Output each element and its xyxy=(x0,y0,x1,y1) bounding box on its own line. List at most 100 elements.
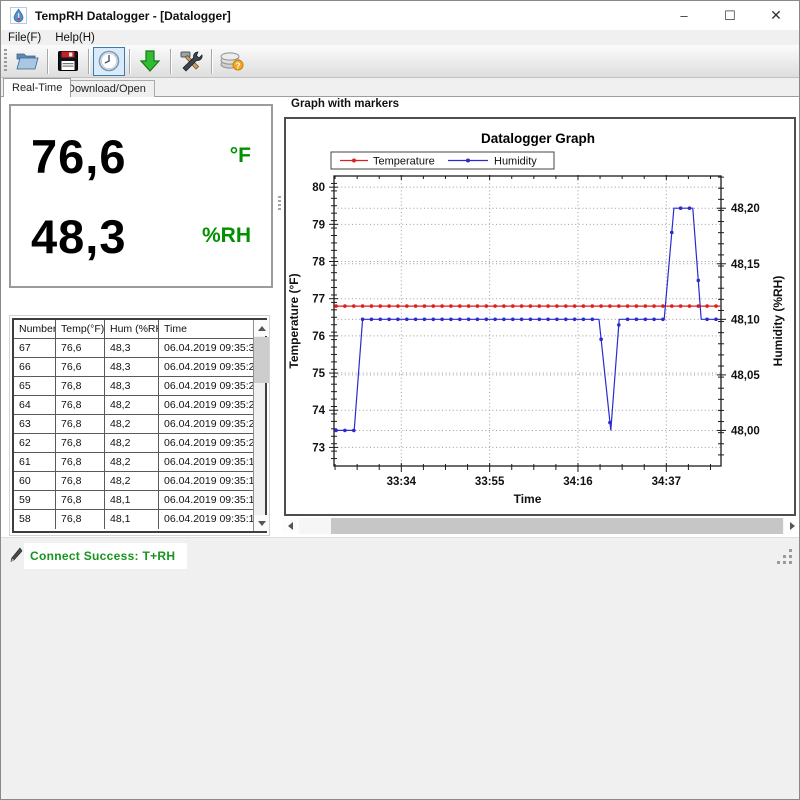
table-row[interactable]: 6276,848,206.04.2019 09:35:21 xyxy=(14,434,253,453)
table-cell: 76,8 xyxy=(56,434,105,453)
scroll-down-button[interactable] xyxy=(254,515,269,531)
table-cell: 06.04.2019 09:35:14 xyxy=(159,491,253,510)
table-cell: 06.04.2019 09:35:23 xyxy=(159,415,253,434)
graph-horizontal-scrollbar[interactable] xyxy=(282,518,800,534)
svg-text:48,10: 48,10 xyxy=(731,314,760,326)
table-row[interactable]: 6076,848,206.04.2019 09:35:16 xyxy=(14,472,253,491)
graph-panel-grip[interactable] xyxy=(278,196,281,212)
svg-text:Datalogger Graph: Datalogger Graph xyxy=(481,131,595,146)
svg-text:Humidity (%RH): Humidity (%RH) xyxy=(771,276,785,367)
svg-text:33:34: 33:34 xyxy=(387,476,417,488)
scroll-up-button[interactable] xyxy=(254,320,269,336)
pen-icon xyxy=(9,547,23,563)
svg-text:Humidity: Humidity xyxy=(494,156,537,168)
toolbar-grip[interactable] xyxy=(4,49,7,73)
table-cell: 76,8 xyxy=(56,377,105,396)
table-row[interactable]: 6376,848,206.04.2019 09:35:23 xyxy=(14,415,253,434)
minimize-button[interactable]: – xyxy=(661,1,707,30)
svg-text:Temperature: Temperature xyxy=(373,156,435,168)
table-row[interactable]: 6676,648,306.04.2019 09:35:29 xyxy=(14,358,253,377)
table-header-row: NumberTemp(°F)Hum (%RH)Time xyxy=(14,320,253,339)
svg-text:48,05: 48,05 xyxy=(731,370,760,382)
window-title: TempRH Datalogger - [Datalogger] xyxy=(35,9,231,23)
table-cell: 58 xyxy=(14,510,56,529)
table-row[interactable]: 6176,848,206.04.2019 09:35:18 xyxy=(14,453,253,472)
table-cell: 48,2 xyxy=(105,415,159,434)
table-row[interactable]: 6776,648,306.04.2019 09:35:31 xyxy=(14,339,253,358)
table-cell: 06.04.2019 09:35:27 xyxy=(159,377,253,396)
svg-text:48,15: 48,15 xyxy=(731,259,760,271)
table-cell: 76,8 xyxy=(56,415,105,434)
close-button[interactable]: ✕ xyxy=(753,1,799,30)
toolbar-separator xyxy=(88,49,89,74)
menu-file[interactable]: File(F) xyxy=(1,30,48,45)
table-row[interactable]: 5876,848,106.04.2019 09:35:12 xyxy=(14,510,253,529)
table-vertical-scrollbar[interactable] xyxy=(253,320,265,531)
table-cell: 48,2 xyxy=(105,453,159,472)
svg-text:78: 78 xyxy=(312,257,325,269)
table-cell: 61 xyxy=(14,453,56,472)
readout-display: 76,6 °F 48,3 %RH xyxy=(9,104,273,288)
scroll-right-button[interactable] xyxy=(784,518,800,534)
database-question-icon: ? xyxy=(219,49,245,73)
resize-grip[interactable] xyxy=(776,548,794,566)
download-arrow-icon xyxy=(139,49,161,73)
save-button[interactable] xyxy=(52,47,84,76)
menu-bar: File(F) Help(H) xyxy=(1,30,799,45)
data-help-button[interactable]: ? xyxy=(216,47,248,76)
table-cell: 59 xyxy=(14,491,56,510)
table-row[interactable]: 6576,848,306.04.2019 09:35:27 xyxy=(14,377,253,396)
svg-text:80: 80 xyxy=(312,182,325,194)
maximize-button[interactable]: ☐ xyxy=(707,1,753,30)
scrollbar-thumb[interactable] xyxy=(254,337,269,383)
svg-text:75: 75 xyxy=(312,368,325,380)
table-cell: 48,2 xyxy=(105,434,159,453)
table-row[interactable]: 6476,848,206.04.2019 09:35:25 xyxy=(14,396,253,415)
table-cell: 62 xyxy=(14,434,56,453)
temperature-unit: °F xyxy=(230,144,251,168)
svg-text:33:55: 33:55 xyxy=(475,476,505,488)
app-icon xyxy=(10,7,27,24)
graph-panel-title: Graph with markers xyxy=(291,98,399,110)
menu-help[interactable]: Help(H) xyxy=(48,30,102,45)
download-button[interactable] xyxy=(134,47,166,76)
log-table-container: NumberTemp(°F)Hum (%RH)Time6776,648,306.… xyxy=(9,315,270,536)
scrollbar-thumb[interactable] xyxy=(331,518,783,534)
temperature-value: 76,6 xyxy=(31,129,126,184)
table-cell: 76,6 xyxy=(56,339,105,358)
save-floppy-icon xyxy=(57,50,79,72)
status-bar: Connect Success: T+RH xyxy=(1,537,799,571)
arrow-up-icon xyxy=(258,326,266,331)
toolbar-separator xyxy=(211,49,212,74)
table-cell: 48,2 xyxy=(105,472,159,491)
table-cell: 48,2 xyxy=(105,396,159,415)
toolbar-separator xyxy=(47,49,48,74)
toolbar-separator xyxy=(170,49,171,74)
open-file-button[interactable] xyxy=(11,47,43,76)
table-row[interactable]: 5976,848,106.04.2019 09:35:14 xyxy=(14,491,253,510)
status-message-chip: Connect Success: T+RH xyxy=(24,543,187,569)
tab-download-open[interactable]: Download/Open xyxy=(58,80,155,97)
table-cell: 48,1 xyxy=(105,510,159,529)
table-cell: 48,3 xyxy=(105,358,159,377)
svg-text:73: 73 xyxy=(312,442,325,454)
table-cell: 66 xyxy=(14,358,56,377)
table-cell: 06.04.2019 09:35:12 xyxy=(159,510,253,529)
table-cell: 63 xyxy=(14,415,56,434)
scroll-left-button[interactable] xyxy=(282,518,299,534)
chart-canvas: 737475767778798048,0048,0548,1048,1548,2… xyxy=(286,119,794,514)
column-header: Number xyxy=(14,320,56,339)
svg-text:48,00: 48,00 xyxy=(731,425,760,437)
column-header: Hum (%RH) xyxy=(105,320,159,339)
datalogger-chart: 737475767778798048,0048,0548,1048,1548,2… xyxy=(284,117,796,516)
table-cell: 76,8 xyxy=(56,396,105,415)
svg-text:34:16: 34:16 xyxy=(563,476,592,488)
realtime-clock-button[interactable] xyxy=(93,47,125,76)
svg-text:77: 77 xyxy=(312,294,325,306)
svg-text:Temperature (°F): Temperature (°F) xyxy=(287,273,301,368)
svg-text:76: 76 xyxy=(312,331,325,343)
settings-button[interactable] xyxy=(175,47,207,76)
tab-real-time[interactable]: Real-Time xyxy=(3,78,71,97)
column-header: Temp(°F) xyxy=(56,320,105,339)
table-cell: 76,6 xyxy=(56,358,105,377)
